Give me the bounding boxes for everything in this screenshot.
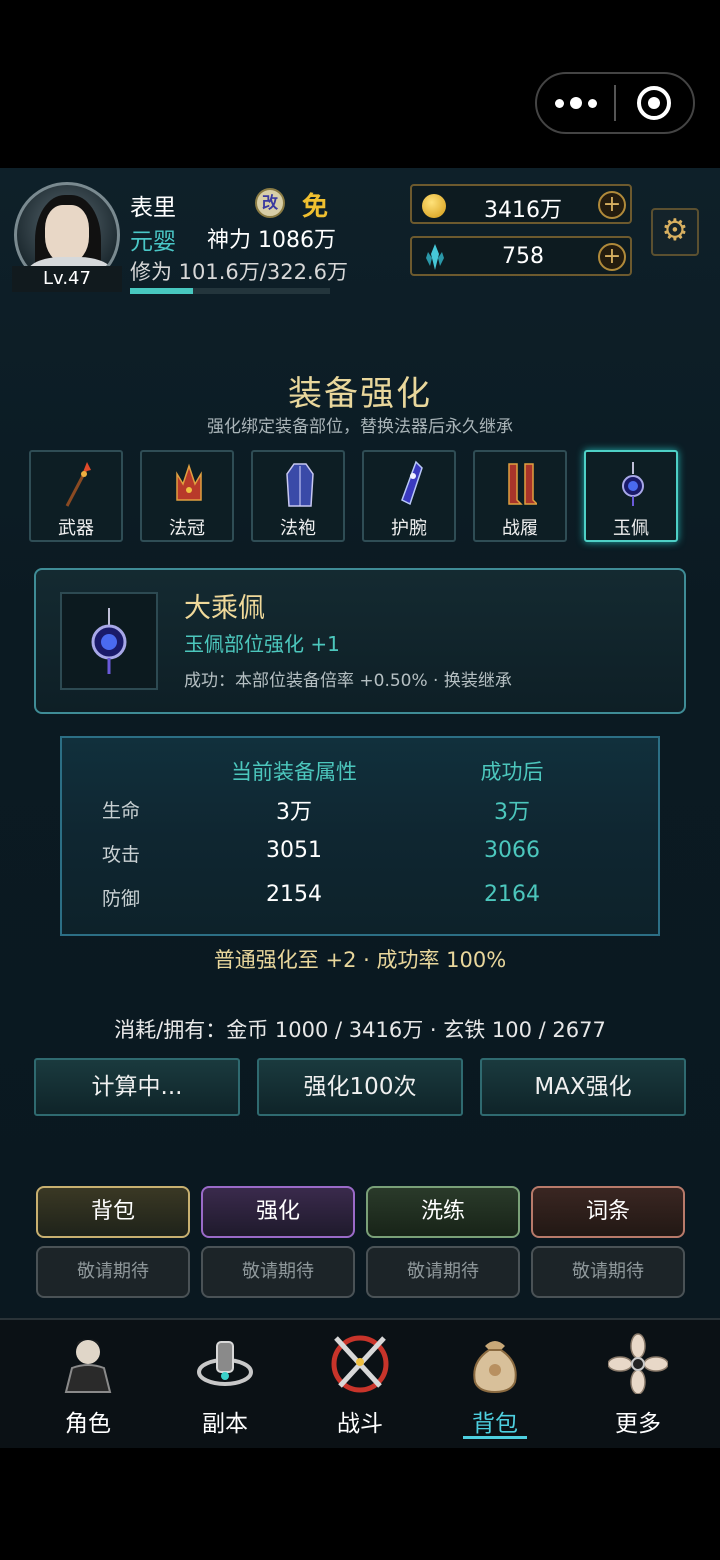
stat-name: 攻击 [102, 844, 141, 866]
robe-icon [286, 463, 314, 507]
pendant-icon [91, 608, 127, 674]
slot-pendant[interactable]: 玉佩 [584, 450, 678, 542]
game-screen: Lv.47 表里 改 免 元婴 神力 1086万 修为 101.6万/322.6… [0, 168, 720, 1318]
tab-battle[interactable]: 战斗 [300, 1320, 420, 1450]
battle-icon [331, 1335, 389, 1393]
player-level: Lv.47 [12, 266, 122, 292]
active-tab-indicator [463, 1436, 527, 1439]
gold-resource: 3416万 + [410, 184, 632, 224]
tab-label: 角色 [65, 1411, 111, 1437]
mini-program-capsule [535, 72, 695, 134]
character-icon [64, 1339, 112, 1393]
slot-label: 法袍 [280, 518, 316, 539]
stat-after: 2164 [484, 882, 540, 907]
system-bar [0, 0, 720, 168]
player-name: 表里 [130, 195, 176, 221]
tab-label: 战斗 [337, 1411, 383, 1437]
spear-icon [65, 462, 91, 507]
item-upgrade-level: 玉佩部位强化 +1 [184, 632, 340, 656]
more-icon [608, 1333, 668, 1394]
stat-name: 生命 [102, 800, 141, 822]
stat-current: 2154 [266, 882, 322, 907]
stat-after: 3066 [484, 838, 540, 863]
slot-weapon[interactable]: 武器 [29, 450, 123, 542]
selected-item-card: 大乘佩 玉佩部位强化 +1 成功：本部位装备倍率 +0.50% · 换装继承 [34, 568, 686, 714]
slot-boots[interactable]: 战履 [473, 450, 567, 542]
current-stats-header: 当前装备属性 [231, 760, 357, 784]
settings-button[interactable]: ⚙ [651, 208, 699, 256]
item-effect: 成功：本部位装备倍率 +0.50% · 换装继承 [184, 671, 512, 691]
free-badge: 免 [302, 192, 329, 222]
bottom-tab-bar: 角色 副本 战斗 背包 更多 [0, 1318, 720, 1448]
cultivation-progress-bar [130, 288, 330, 294]
stat-row: 生命 3万 3万 [62, 790, 662, 830]
crown-icon [176, 463, 202, 501]
bottom-safe-area [0, 1448, 720, 1560]
stat-current: 3051 [266, 838, 322, 863]
slot-label: 战履 [502, 518, 538, 539]
calculate-button[interactable]: 计算中... [34, 1058, 240, 1116]
tab-label: 更多 [615, 1411, 661, 1437]
coming-soon-button[interactable]: 敬请期待 [201, 1246, 355, 1298]
pendant-icon [622, 462, 644, 506]
tab-character[interactable]: 角色 [28, 1320, 148, 1450]
success-rate-text: 普通强化至 +2 · 成功率 100% [213, 948, 507, 972]
tab-label: 背包 [472, 1411, 518, 1437]
crystal-resource: 758 + [410, 236, 632, 276]
bag-icon [473, 1341, 517, 1394]
add-gold-button[interactable]: + [598, 191, 626, 219]
item-name: 大乘佩 [184, 593, 265, 624]
rename-badge[interactable]: 改 [255, 188, 285, 218]
menu-bag-button[interactable]: 背包 [36, 1186, 190, 1238]
player-realm: 元婴 [130, 229, 176, 255]
page-subtitle: 强化绑定装备部位，替换法器后永久继承 [207, 417, 513, 437]
slot-bracer[interactable]: 护腕 [362, 450, 456, 542]
coming-soon-button[interactable]: 敬请期待 [366, 1246, 520, 1298]
max-enhance-button[interactable]: MAX强化 [480, 1058, 686, 1116]
item-thumbnail[interactable] [60, 592, 158, 690]
tab-more[interactable]: 更多 [578, 1320, 698, 1450]
stats-panel: 当前装备属性 成功后 生命 3万 3万 攻击 3051 3066 防御 2154… [60, 736, 660, 936]
cost-text: 消耗/拥有：金币 1000 / 3416万 · 玄铁 100 / 2677 [114, 1018, 606, 1042]
player-power: 神力 1086万 [207, 228, 336, 253]
tab-bag[interactable]: 背包 [435, 1320, 555, 1450]
coming-soon-button[interactable]: 敬请期待 [36, 1246, 190, 1298]
slot-crown[interactable]: 法冠 [140, 450, 234, 542]
bracer-icon [401, 460, 423, 506]
cultivation-progress-fill [130, 288, 193, 294]
slot-label: 玉佩 [613, 518, 649, 539]
stat-row: 攻击 3051 3066 [62, 834, 662, 874]
dungeon-icon [197, 1341, 253, 1386]
tab-label: 副本 [202, 1411, 248, 1437]
slot-label: 法冠 [169, 518, 205, 539]
stat-current: 3万 [276, 800, 312, 825]
menu-refine-button[interactable]: 洗练 [366, 1186, 520, 1238]
target-icon [637, 86, 672, 120]
menu-enhance-button[interactable]: 强化 [201, 1186, 355, 1238]
stat-name: 防御 [102, 888, 141, 910]
after-stats-header: 成功后 [480, 760, 544, 784]
slot-label: 护腕 [391, 518, 427, 539]
enhance-100-button[interactable]: 强化100次 [257, 1058, 463, 1116]
more-menu-button[interactable] [537, 74, 614, 132]
boots-icon [508, 463, 537, 505]
cultivation-text: 修为 101.6万/322.6万 [130, 260, 348, 284]
close-mini-program-button[interactable] [616, 74, 693, 132]
page-title: 装备强化 [288, 374, 432, 414]
stat-row: 防御 2154 2164 [62, 878, 662, 918]
menu-affix-button[interactable]: 词条 [531, 1186, 685, 1238]
coming-soon-button[interactable]: 敬请期待 [531, 1246, 685, 1298]
tab-dungeon[interactable]: 副本 [165, 1320, 285, 1450]
gear-icon: ⚙ [661, 213, 689, 248]
slot-label: 武器 [58, 518, 94, 539]
add-crystal-button[interactable]: + [598, 243, 626, 271]
slot-robe[interactable]: 法袍 [251, 450, 345, 542]
stat-after: 3万 [494, 800, 530, 825]
